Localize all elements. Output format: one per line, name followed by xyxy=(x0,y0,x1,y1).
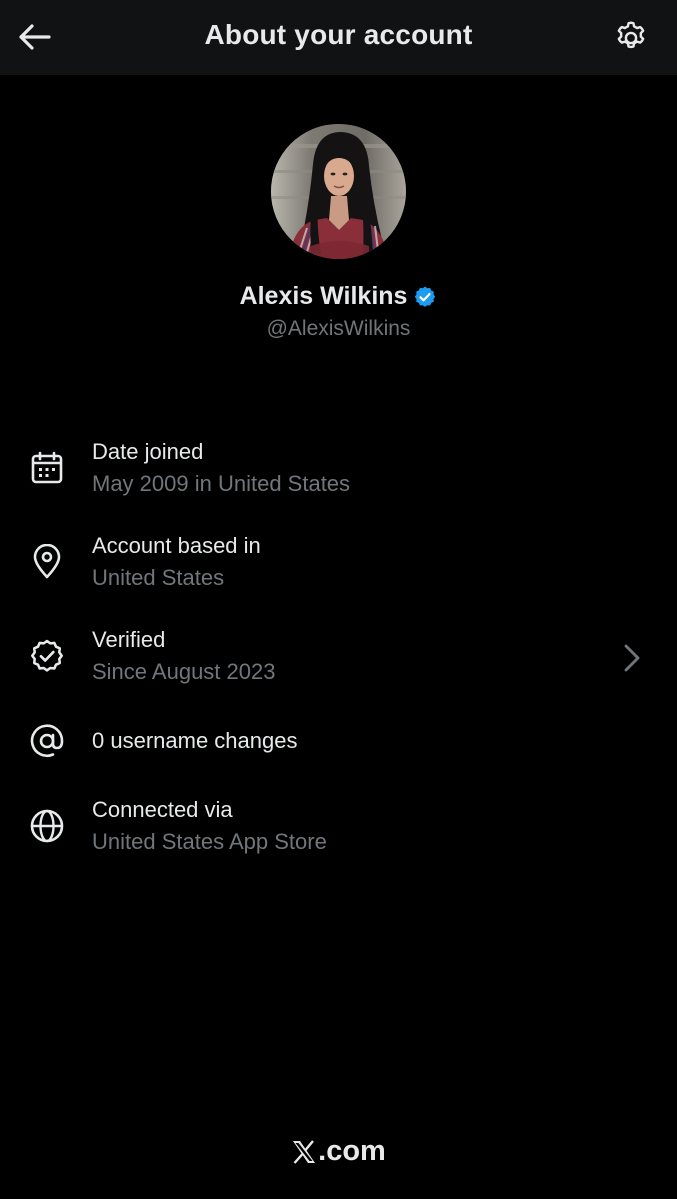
detail-value: United States xyxy=(92,565,225,590)
username-handle: @AlexisWilkins xyxy=(266,317,411,340)
verified-badge-icon xyxy=(415,286,436,307)
gear-icon xyxy=(617,21,645,49)
globe-icon xyxy=(28,807,66,845)
detail-label: 0 username changes xyxy=(92,728,298,753)
footer-domain: .com xyxy=(318,1135,386,1167)
detail-value: May 2009 in United States xyxy=(92,471,351,496)
display-name: Alexis Wilkins xyxy=(239,282,408,310)
verified-icon xyxy=(28,637,66,675)
detail-row-verified[interactable]: Verified Since August 2023 xyxy=(0,625,677,695)
location-pin-icon xyxy=(28,543,66,581)
chevron-right-icon xyxy=(621,642,643,674)
detail-row-username-changes: 0 username changes xyxy=(0,720,677,764)
detail-label: Connected via xyxy=(92,797,233,822)
page-title: About your account xyxy=(204,19,473,50)
x-logo-icon xyxy=(293,1139,316,1164)
top-bar: About your account xyxy=(0,0,677,75)
detail-value: Since August 2023 xyxy=(92,659,276,684)
profile-photo xyxy=(271,124,406,259)
avatar[interactable] xyxy=(271,124,406,259)
detail-label: Verified xyxy=(92,627,166,652)
detail-value: United States App Store xyxy=(92,829,327,854)
detail-label: Account based in xyxy=(92,533,261,558)
profile-name-row: Alexis Wilkins xyxy=(0,282,677,311)
detail-row-date-joined: Date joined May 2009 in United States xyxy=(0,437,677,507)
detail-label: Date joined xyxy=(92,439,204,464)
settings-button[interactable] xyxy=(611,18,651,58)
footer-brand: .com xyxy=(0,1135,677,1168)
at-sign-icon xyxy=(28,722,66,760)
detail-row-account-location: Account based in United States xyxy=(0,531,677,601)
calendar-icon xyxy=(28,449,66,487)
detail-row-connected-via: Connected via United States App Store xyxy=(0,793,677,863)
